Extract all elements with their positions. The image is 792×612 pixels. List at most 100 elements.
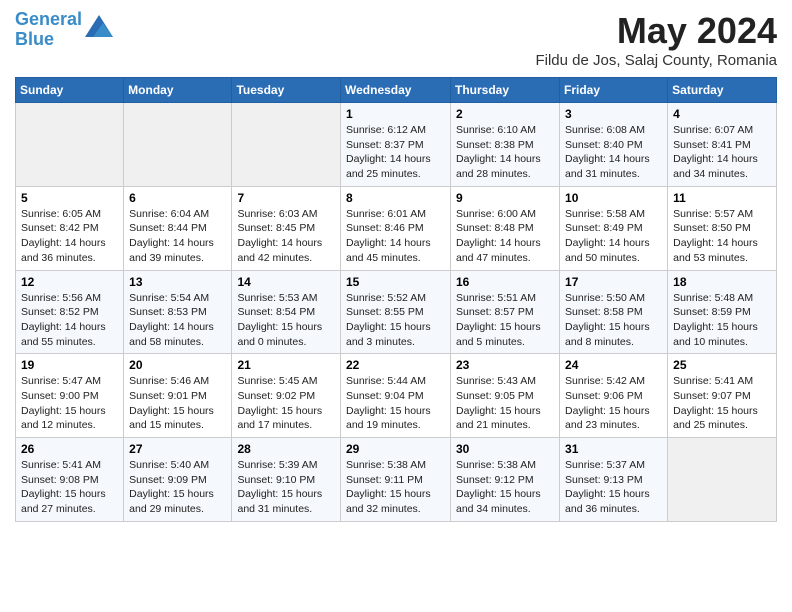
weekday-header-friday: Friday — [560, 78, 668, 103]
day-info: Sunrise: 5:51 AMSunset: 8:57 PMDaylight:… — [456, 291, 554, 350]
calendar-cell: 2 Sunrise: 6:10 AMSunset: 8:38 PMDaylight… — [451, 103, 560, 187]
day-info: Sunrise: 5:40 AMSunset: 9:09 PMDaylight:… — [129, 458, 226, 517]
calendar-cell: 10Sunrise: 5:58 AMSunset: 8:49 PMDayligh… — [560, 186, 668, 270]
day-info: Sunrise: 6:01 AMSunset: 8:46 PMDaylight:… — [346, 207, 445, 266]
day-info: Sunrise: 6:07 AMSunset: 8:41 PMDaylight:… — [673, 123, 771, 182]
day-number: 15 — [346, 275, 445, 289]
day-number: 3 — [565, 107, 662, 121]
day-info: Sunrise: 5:50 AMSunset: 8:58 PMDaylight:… — [565, 291, 662, 350]
location-title: Fildu de Jos, Salaj County, Romania — [535, 52, 777, 69]
day-info: Sunrise: 5:46 AMSunset: 9:01 PMDaylight:… — [129, 374, 226, 433]
calendar-cell: 23 Sunrise: 5:43 AMSunset: 9:05 PMDayligh… — [451, 354, 560, 438]
day-info: Sunrise: 5:42 AMSunset: 9:06 PMDaylight:… — [565, 374, 662, 433]
calendar-cell: 1 Sunrise: 6:12 AMSunset: 8:37 PMDaylight… — [341, 103, 451, 187]
day-number: 26 — [21, 442, 118, 456]
calendar-cell: 8 Sunrise: 6:01 AMSunset: 8:46 PMDaylight… — [341, 186, 451, 270]
week-row-5: 26 Sunrise: 5:41 AMSunset: 9:08 PMDayligh… — [16, 438, 777, 522]
calendar-cell: 30 Sunrise: 5:38 AMSunset: 9:12 PMDayligh… — [451, 438, 560, 522]
calendar-cell: 13Sunrise: 5:54 AMSunset: 8:53 PMDayligh… — [124, 270, 232, 354]
day-number: 20 — [129, 358, 226, 372]
calendar-cell: 3Sunrise: 6:08 AMSunset: 8:40 PMDaylight… — [560, 103, 668, 187]
day-info: Sunrise: 6:10 AMSunset: 8:38 PMDaylight:… — [456, 123, 554, 182]
logo-line1: General — [15, 9, 82, 29]
day-info: Sunrise: 5:39 AMSunset: 9:10 PMDaylight:… — [237, 458, 335, 517]
calendar-cell: 7 Sunrise: 6:03 AMSunset: 8:45 PMDaylight… — [232, 186, 341, 270]
weekday-header-sunday: Sunday — [16, 78, 124, 103]
week-row-1: 1 Sunrise: 6:12 AMSunset: 8:37 PMDaylight… — [16, 103, 777, 187]
day-number: 1 — [346, 107, 445, 121]
week-row-3: 12Sunrise: 5:56 AMSunset: 8:52 PMDayligh… — [16, 270, 777, 354]
day-number: 27 — [129, 442, 226, 456]
day-number: 12 — [21, 275, 118, 289]
calendar-cell: 20 Sunrise: 5:46 AMSunset: 9:01 PMDayligh… — [124, 354, 232, 438]
calendar-table: SundayMondayTuesdayWednesdayThursdayFrid… — [15, 77, 777, 522]
calendar-cell: 21 Sunrise: 5:45 AMSunset: 9:02 PMDayligh… — [232, 354, 341, 438]
day-info: Sunrise: 6:04 AMSunset: 8:44 PMDaylight:… — [129, 207, 226, 266]
day-info: Sunrise: 6:12 AMSunset: 8:37 PMDaylight:… — [346, 123, 445, 182]
calendar-cell: 31 Sunrise: 5:37 AMSunset: 9:13 PMDayligh… — [560, 438, 668, 522]
day-info: Sunrise: 5:37 AMSunset: 9:13 PMDaylight:… — [565, 458, 662, 517]
page-header: General Blue May 2024 Fildu de Jos, Sala… — [15, 10, 777, 69]
day-info: Sunrise: 5:58 AMSunset: 8:49 PMDaylight:… — [565, 207, 662, 266]
day-number: 31 — [565, 442, 662, 456]
calendar-cell: 19Sunrise: 5:47 AMSunset: 9:00 PMDayligh… — [16, 354, 124, 438]
week-row-4: 19Sunrise: 5:47 AMSunset: 9:00 PMDayligh… — [16, 354, 777, 438]
calendar-cell: 22 Sunrise: 5:44 AMSunset: 9:04 PMDayligh… — [341, 354, 451, 438]
day-number: 5 — [21, 191, 118, 205]
calendar-cell: 26 Sunrise: 5:41 AMSunset: 9:08 PMDayligh… — [16, 438, 124, 522]
weekday-header-saturday: Saturday — [668, 78, 777, 103]
day-info: Sunrise: 5:41 AMSunset: 9:08 PMDaylight:… — [21, 458, 118, 517]
day-info: Sunrise: 5:38 AMSunset: 9:11 PMDaylight:… — [346, 458, 445, 517]
day-info: Sunrise: 5:43 AMSunset: 9:05 PMDaylight:… — [456, 374, 554, 433]
day-info: Sunrise: 5:48 AMSunset: 8:59 PMDaylight:… — [673, 291, 771, 350]
day-info: Sunrise: 5:38 AMSunset: 9:12 PMDaylight:… — [456, 458, 554, 517]
day-number: 11 — [673, 191, 771, 205]
calendar-cell: 9Sunrise: 6:00 AMSunset: 8:48 PMDaylight… — [451, 186, 560, 270]
weekday-header-thursday: Thursday — [451, 78, 560, 103]
day-number: 24 — [565, 358, 662, 372]
day-number: 4 — [673, 107, 771, 121]
day-number: 2 — [456, 107, 554, 121]
calendar-cell — [16, 103, 124, 187]
calendar-cell — [232, 103, 341, 187]
day-number: 19 — [21, 358, 118, 372]
day-info: Sunrise: 6:03 AMSunset: 8:45 PMDaylight:… — [237, 207, 335, 266]
calendar-cell — [124, 103, 232, 187]
weekday-header-monday: Monday — [124, 78, 232, 103]
day-number: 23 — [456, 358, 554, 372]
day-number: 25 — [673, 358, 771, 372]
calendar-cell — [668, 438, 777, 522]
weekday-header-row: SundayMondayTuesdayWednesdayThursdayFrid… — [16, 78, 777, 103]
weekday-header-wednesday: Wednesday — [341, 78, 451, 103]
day-number: 17 — [565, 275, 662, 289]
calendar-cell: 15 Sunrise: 5:52 AMSunset: 8:55 PMDayligh… — [341, 270, 451, 354]
day-number: 18 — [673, 275, 771, 289]
calendar-cell: 29Sunrise: 5:38 AMSunset: 9:11 PMDayligh… — [341, 438, 451, 522]
day-number: 13 — [129, 275, 226, 289]
calendar-cell: 16Sunrise: 5:51 AMSunset: 8:57 PMDayligh… — [451, 270, 560, 354]
logo: General Blue — [15, 10, 113, 50]
calendar-cell: 6Sunrise: 6:04 AMSunset: 8:44 PMDaylight… — [124, 186, 232, 270]
day-number: 22 — [346, 358, 445, 372]
day-number: 21 — [237, 358, 335, 372]
calendar-cell: 25Sunrise: 5:41 AMSunset: 9:07 PMDayligh… — [668, 354, 777, 438]
title-block: May 2024 Fildu de Jos, Salaj County, Rom… — [535, 10, 777, 69]
calendar-cell: 14Sunrise: 5:53 AMSunset: 8:54 PMDayligh… — [232, 270, 341, 354]
calendar-cell: 18 Sunrise: 5:48 AMSunset: 8:59 PMDayligh… — [668, 270, 777, 354]
calendar-cell: 4 Sunrise: 6:07 AMSunset: 8:41 PMDaylight… — [668, 103, 777, 187]
week-row-2: 5 Sunrise: 6:05 AMSunset: 8:42 PMDaylight… — [16, 186, 777, 270]
day-info: Sunrise: 6:05 AMSunset: 8:42 PMDaylight:… — [21, 207, 118, 266]
day-number: 7 — [237, 191, 335, 205]
calendar-body: 1 Sunrise: 6:12 AMSunset: 8:37 PMDaylight… — [16, 103, 777, 522]
day-number: 30 — [456, 442, 554, 456]
day-info: Sunrise: 5:52 AMSunset: 8:55 PMDaylight:… — [346, 291, 445, 350]
day-info: Sunrise: 5:45 AMSunset: 9:02 PMDaylight:… — [237, 374, 335, 433]
day-info: Sunrise: 5:44 AMSunset: 9:04 PMDaylight:… — [346, 374, 445, 433]
calendar-cell: 27 Sunrise: 5:40 AMSunset: 9:09 PMDayligh… — [124, 438, 232, 522]
calendar-cell: 24 Sunrise: 5:42 AMSunset: 9:06 PMDayligh… — [560, 354, 668, 438]
calendar-cell: 12Sunrise: 5:56 AMSunset: 8:52 PMDayligh… — [16, 270, 124, 354]
calendar-cell: 11 Sunrise: 5:57 AMSunset: 8:50 PMDayligh… — [668, 186, 777, 270]
day-info: Sunrise: 5:57 AMSunset: 8:50 PMDaylight:… — [673, 207, 771, 266]
logo-line2: Blue — [15, 29, 54, 49]
day-number: 8 — [346, 191, 445, 205]
